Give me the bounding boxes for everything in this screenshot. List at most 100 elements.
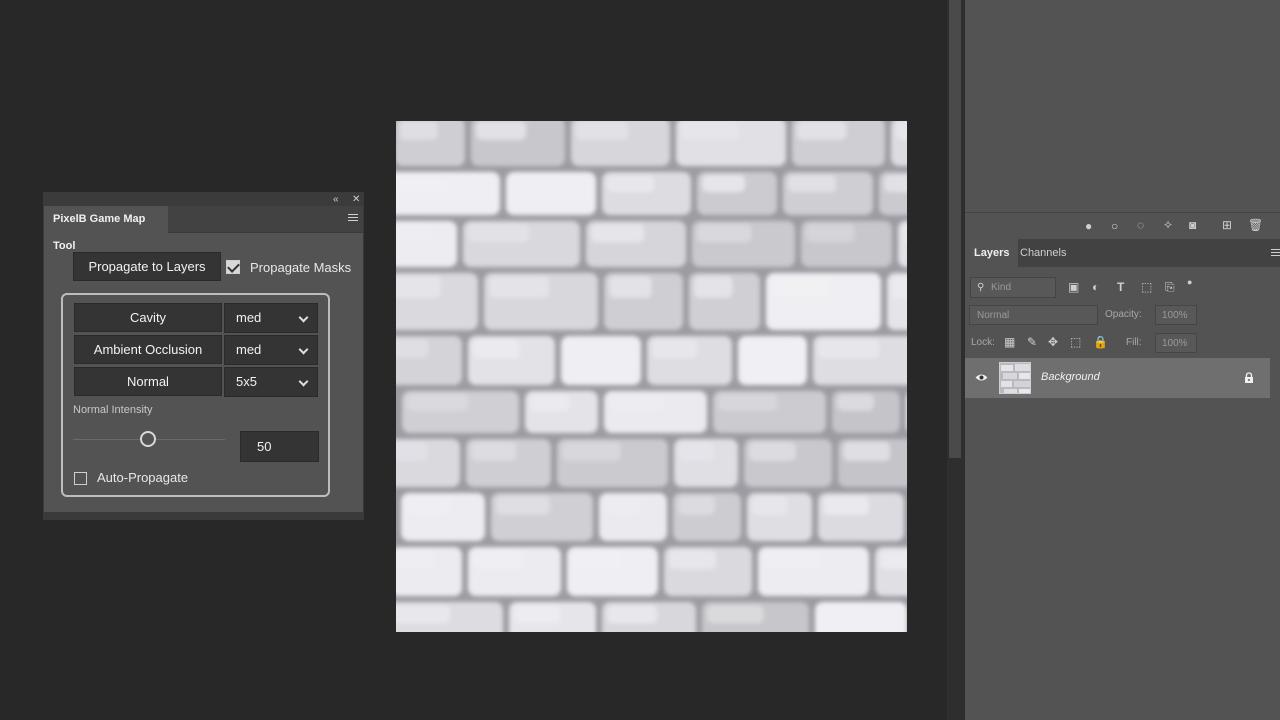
stone-highlight: [591, 224, 644, 243]
stone-highlight: [396, 605, 450, 624]
cavity-dropdown[interactable]: med: [224, 303, 318, 333]
stone-highlight: [749, 442, 796, 461]
stone-highlight: [396, 224, 431, 243]
hamburger-menu-icon[interactable]: [348, 214, 358, 224]
hamburger-menu-icon[interactable]: [1271, 249, 1280, 256]
lock-brush-icon[interactable]: ✎: [1027, 336, 1037, 348]
normal-dropdown-value: 5x5: [236, 374, 257, 389]
stone-highlight: [530, 394, 570, 411]
ambient-occlusion-dropdown[interactable]: med: [224, 335, 318, 365]
stone-highlight: [604, 496, 641, 515]
stone-highlight: [396, 276, 441, 299]
stone-highlight: [752, 496, 788, 515]
stone-highlight: [797, 121, 847, 140]
stone-highlight: [823, 496, 869, 515]
canvas-vertical-scrollbar[interactable]: [947, 0, 965, 720]
filter-toggle-icon[interactable]: ●: [1187, 276, 1192, 288]
stone-highlight: [818, 339, 879, 359]
adjustment-filter-icon[interactable]: ◐: [1092, 281, 1099, 293]
stone-highlight: [694, 276, 733, 299]
panel-tab-bar: PixelB Game Map Tool: [44, 206, 363, 252]
stone-highlight: [788, 175, 836, 193]
stone-highlight: [471, 442, 517, 461]
shape-filter-icon[interactable]: ⬚: [1141, 281, 1152, 293]
stone-highlight: [820, 605, 869, 624]
stone-highlight: [892, 276, 907, 299]
search-icon: ⚲: [977, 282, 985, 293]
ambient-occlusion-button[interactable]: Ambient Occlusion: [74, 335, 222, 364]
stone-highlight: [562, 442, 621, 461]
opacity-input[interactable]: 100%: [1155, 305, 1197, 325]
layers-tab-bar: Layers Channels: [965, 239, 1280, 267]
stone-highlight: [607, 605, 657, 624]
stone-highlight: [743, 339, 781, 359]
normal-dropdown[interactable]: 5x5: [224, 367, 318, 397]
pixel-layer-filter-icon[interactable]: ▣: [1068, 281, 1079, 293]
stone-highlight: [473, 550, 523, 570]
normal-intensity-label: Normal Intensity: [73, 404, 153, 416]
normal-button[interactable]: Normal: [74, 367, 222, 396]
blend-mode-select[interactable]: Normal: [969, 305, 1098, 325]
right-panel-dock: ● ○ ◌ ✧ ◙ ⊞ 🗑 Layers Channels Kind ⚲ ▣ ◐…: [965, 0, 1280, 720]
stone-highlight: [566, 339, 609, 359]
circle-outline-icon[interactable]: ○: [1111, 220, 1118, 232]
stone-highlight: [763, 550, 822, 570]
filled-circle-icon[interactable]: ●: [1085, 220, 1092, 232]
normal-intensity-input[interactable]: 50: [240, 431, 319, 462]
dotted-circle-icon[interactable]: ◌: [1137, 219, 1144, 231]
stone-highlight: [718, 394, 778, 411]
propagate-masks-checkbox[interactable]: [226, 260, 240, 274]
fill-label: Fill:: [1126, 337, 1142, 348]
propagate-to-layers-button[interactable]: Propagate to Layers: [73, 252, 221, 281]
panel-resize-grip[interactable]: [44, 512, 363, 519]
lock-transparent-icon[interactable]: ▦: [1004, 336, 1015, 348]
layer-row[interactable]: Background: [965, 358, 1270, 398]
auto-propagate-checkbox[interactable]: [74, 472, 87, 485]
lock-label: Lock:: [971, 337, 995, 348]
double-chevron-left-icon[interactable]: «: [333, 193, 339, 206]
auto-propagate-label: Auto-Propagate: [97, 470, 189, 485]
layer-thumbnail: [999, 362, 1031, 394]
mask-icon[interactable]: ◙: [1189, 219, 1196, 231]
stone-highlight: [609, 394, 664, 411]
new-icon[interactable]: ⊞: [1222, 219, 1232, 231]
stone-highlight: [476, 121, 526, 140]
stone-highlight: [843, 442, 890, 461]
lock-artboard-icon[interactable]: ⬚: [1070, 336, 1081, 348]
smart-object-filter-icon[interactable]: ⎘: [1165, 281, 1175, 293]
normal-intensity-slider-handle[interactable]: [140, 431, 156, 447]
document-canvas[interactable]: [396, 121, 907, 632]
chevron-down-icon: [298, 344, 309, 355]
trash-icon[interactable]: 🗑: [1248, 219, 1263, 231]
stone-highlight: [514, 605, 561, 624]
stone-highlight: [679, 442, 714, 461]
type-filter-icon[interactable]: T: [1117, 281, 1124, 293]
lock-position-icon[interactable]: ✥: [1048, 336, 1058, 348]
lock-icon: [1245, 372, 1253, 383]
stone-highlight: [607, 175, 655, 193]
stone-highlight: [806, 224, 855, 243]
scrollbar-thumb[interactable]: [949, 0, 961, 458]
stone-highlight: [880, 550, 907, 570]
cavity-button[interactable]: Cavity: [74, 303, 222, 332]
eye-icon[interactable]: [975, 373, 988, 382]
close-icon[interactable]: ✕: [352, 193, 360, 206]
stone-highlight: [707, 605, 764, 624]
stone-highlight: [702, 175, 745, 193]
chevron-down-icon: [298, 376, 309, 387]
stone-highlight: [681, 121, 739, 140]
stone-highlight: [837, 394, 874, 411]
stone-highlight: [489, 276, 549, 299]
path-anchor-icon[interactable]: ✧: [1163, 219, 1173, 231]
chevron-down-icon: [298, 312, 309, 323]
tab-channels[interactable]: Channels: [1011, 239, 1075, 267]
fill-input[interactable]: 100%: [1155, 333, 1197, 353]
propagate-masks-label: Propagate Masks: [250, 260, 352, 275]
stone-highlight: [572, 550, 621, 570]
stone-highlight: [407, 394, 469, 411]
stone-highlight: [396, 442, 428, 461]
lock-all-icon[interactable]: 🔒: [1093, 336, 1108, 348]
stone-highlight: [652, 339, 698, 359]
tab-pixelb-game-map-tool[interactable]: PixelB Game Map Tool: [44, 206, 168, 252]
ambient-occlusion-dropdown-value: med: [236, 342, 262, 357]
